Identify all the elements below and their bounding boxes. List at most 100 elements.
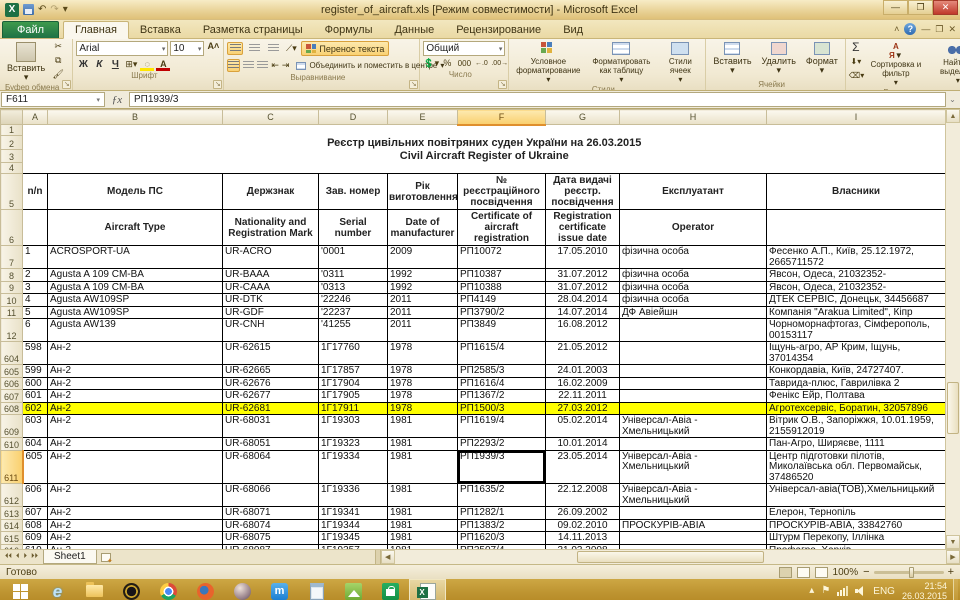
- tab-review[interactable]: Рецензирование: [445, 22, 552, 38]
- cell-F612[interactable]: РП1635/2: [458, 484, 546, 507]
- row-header-615[interactable]: 615: [1, 532, 23, 545]
- fx-icon[interactable]: ƒx: [105, 94, 129, 106]
- font-color-icon[interactable]: A: [156, 59, 170, 71]
- cell-G612[interactable]: 22.12.2008: [546, 484, 620, 507]
- cell-H8[interactable]: фізична особа: [620, 269, 767, 282]
- cell-B613[interactable]: Ан-2: [48, 507, 223, 520]
- cell-B616[interactable]: Ан-2: [48, 544, 223, 549]
- help-icon[interactable]: ?: [904, 23, 916, 35]
- cell-I607[interactable]: Фенікс Ейр, Полтава: [767, 390, 946, 403]
- cell-C612[interactable]: UR-68066: [223, 484, 319, 507]
- row-header-6[interactable]: 6: [1, 210, 23, 246]
- scroll-down-icon[interactable]: ▼: [946, 535, 960, 549]
- cell-D11[interactable]: '22237: [319, 306, 388, 319]
- cell-F609[interactable]: РП1619/4: [458, 415, 546, 438]
- cell-D7[interactable]: '0001: [319, 246, 388, 269]
- cell-C608[interactable]: UR-62681: [223, 402, 319, 415]
- action-center-flag-icon[interactable]: ⚑: [821, 586, 830, 596]
- cell-F616[interactable]: РП2507/4: [458, 544, 546, 549]
- cell-E9[interactable]: 1992: [388, 281, 458, 294]
- cell-I7[interactable]: Фесенко А.П., Київ, 25.12.1972, 26657115…: [767, 246, 946, 269]
- cell-A604[interactable]: 598: [23, 342, 48, 365]
- cell-B609[interactable]: Ан-2: [48, 415, 223, 438]
- underline-button[interactable]: Ч: [108, 58, 122, 71]
- close-button[interactable]: ✕: [933, 0, 958, 15]
- row-header-612[interactable]: 612: [1, 484, 23, 507]
- cell-I613[interactable]: Елерон, Тернопіль: [767, 507, 946, 520]
- cell-B607[interactable]: Ан-2: [48, 390, 223, 403]
- cell-I614[interactable]: ПРОСКУРІВ-АВІА, 33842760: [767, 519, 946, 532]
- cut-icon[interactable]: ✂: [51, 41, 65, 53]
- taskbar-calculator-button[interactable]: [298, 579, 335, 600]
- table-header-cell-G5[interactable]: Дата видачі реєстр. посвідчення: [546, 174, 620, 210]
- cell-F607[interactable]: РП1367/2: [458, 390, 546, 403]
- tab-insert[interactable]: Вставка: [129, 22, 192, 38]
- cell-C12[interactable]: UR-CNH: [223, 319, 319, 342]
- horizontal-scroll-thumb[interactable]: [577, 551, 764, 563]
- doc-minimize-icon[interactable]: —: [921, 24, 930, 34]
- horizontal-scrollbar[interactable]: ◀ ▶: [381, 550, 960, 564]
- row-header-5[interactable]: 5: [1, 174, 23, 210]
- table-header-cell-G6[interactable]: Registration certificate issue date: [546, 210, 620, 246]
- insert-cells-button[interactable]: Вставить▾: [709, 41, 755, 76]
- cell-G604[interactable]: 21.05.2012: [546, 342, 620, 365]
- minimize-button[interactable]: —: [883, 0, 908, 15]
- taskbar-excel-button[interactable]: [409, 579, 446, 600]
- save-icon[interactable]: [23, 4, 34, 15]
- column-header-F[interactable]: F: [458, 110, 546, 125]
- cell-G10[interactable]: 28.04.2014: [546, 294, 620, 307]
- name-box-dropdown-icon[interactable]: ▾: [96, 96, 100, 104]
- row-header-616[interactable]: 616: [1, 544, 23, 549]
- row-header-12[interactable]: 12: [1, 319, 23, 342]
- table-header-cell-F5[interactable]: № реєстраційного посвідчення: [458, 174, 546, 210]
- cell-D613[interactable]: 1Г19341: [319, 507, 388, 520]
- cell-D8[interactable]: '0311: [319, 269, 388, 282]
- percent-format-icon[interactable]: %: [440, 58, 454, 70]
- cell-I9[interactable]: Явсон, Одеса, 21032352-: [767, 281, 946, 294]
- cell-F610[interactable]: РП2293/2: [458, 438, 546, 451]
- cell-H9[interactable]: фізична особа: [620, 281, 767, 294]
- row-header-4[interactable]: 4: [1, 163, 23, 174]
- cell-F10[interactable]: РП4149: [458, 294, 546, 307]
- sheet-title-row-3[interactable]: Civil Aircraft Register of Ukraine: [23, 150, 946, 163]
- insert-worksheet-icon[interactable]: [97, 550, 115, 564]
- alignment-dialog-launcher[interactable]: ↘: [409, 80, 418, 89]
- cell-D9[interactable]: '0313: [319, 281, 388, 294]
- copy-icon[interactable]: ⧉: [51, 55, 65, 67]
- cell-D612[interactable]: 1Г19336: [319, 484, 388, 507]
- cell-E11[interactable]: 2011: [388, 306, 458, 319]
- cell-D607[interactable]: 1Г17905: [319, 390, 388, 403]
- currency-format-icon[interactable]: 💲▾: [423, 58, 437, 70]
- cell-G8[interactable]: 31.07.2012: [546, 269, 620, 282]
- cell-G606[interactable]: 16.02.2009: [546, 377, 620, 390]
- increase-indent-icon[interactable]: ⇥: [282, 60, 290, 72]
- comma-format-icon[interactable]: 000: [457, 58, 471, 70]
- cell-C614[interactable]: UR-68074: [223, 519, 319, 532]
- cell-E607[interactable]: 1978: [388, 390, 458, 403]
- cell-H609[interactable]: Універсал-Авіа - Хмельницький: [620, 415, 767, 438]
- cell-A10[interactable]: 4: [23, 294, 48, 307]
- cell-A610[interactable]: 604: [23, 438, 48, 451]
- cell-I8[interactable]: Явсон, Одеса, 21032352-: [767, 269, 946, 282]
- prev-sheet-icon[interactable]: ⏴: [16, 553, 20, 561]
- cell-F604[interactable]: РП1615/4: [458, 342, 546, 365]
- zoom-slider-thumb[interactable]: [909, 567, 914, 578]
- cell-E7[interactable]: 2009: [388, 246, 458, 269]
- borders-icon[interactable]: ⊞▾: [124, 59, 138, 71]
- tab-home[interactable]: Главная: [63, 21, 129, 39]
- wrap-text-button[interactable]: Перенос текста: [301, 41, 389, 56]
- number-dialog-launcher[interactable]: ↘: [498, 80, 507, 89]
- cell-A605[interactable]: 599: [23, 365, 48, 378]
- table-header-cell-A6[interactable]: [23, 210, 48, 246]
- normal-view-icon[interactable]: [779, 567, 792, 578]
- taskbar-aimp-button[interactable]: [113, 579, 150, 600]
- column-header-B[interactable]: B: [48, 110, 223, 125]
- last-sheet-icon[interactable]: ⏵⏵: [31, 553, 38, 561]
- cell-A8[interactable]: 2: [23, 269, 48, 282]
- cell-A11[interactable]: 5: [23, 306, 48, 319]
- cell-G9[interactable]: 31.07.2012: [546, 281, 620, 294]
- cell-D610[interactable]: 1Г19323: [319, 438, 388, 451]
- row-header-609[interactable]: 609: [1, 415, 23, 438]
- column-header-E[interactable]: E: [388, 110, 458, 125]
- format-as-table-button[interactable]: Форматировать как таблицу▾: [586, 41, 656, 85]
